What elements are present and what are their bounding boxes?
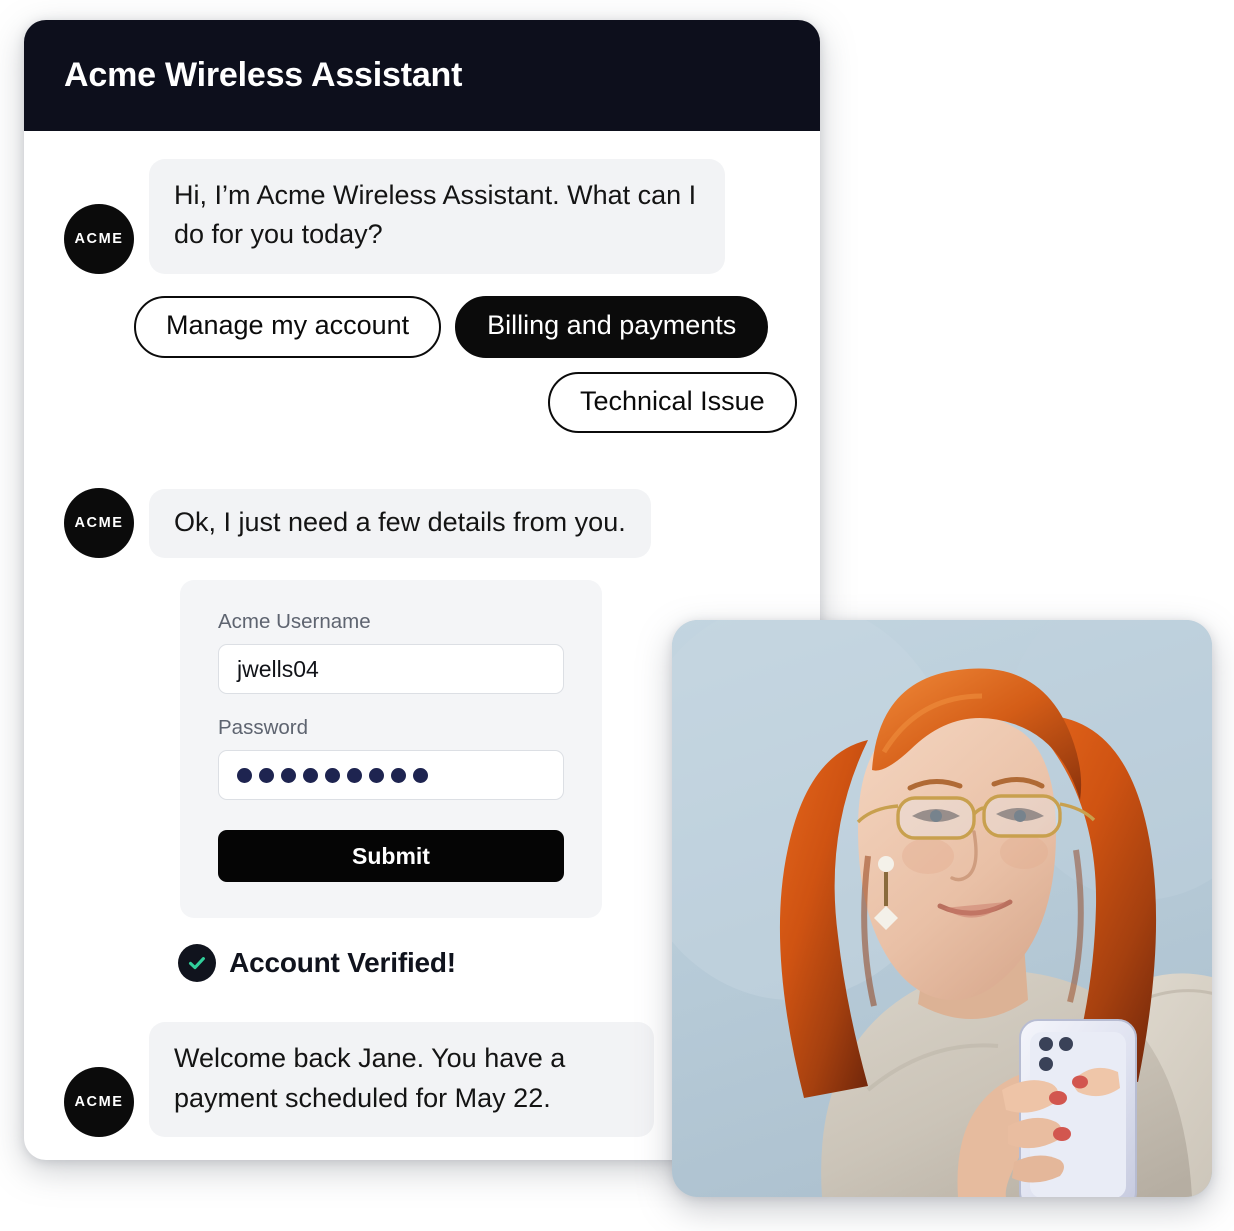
avatar-label: ACME xyxy=(74,1094,124,1110)
password-dot xyxy=(325,767,340,783)
check-circle-icon xyxy=(178,944,217,983)
password-dot xyxy=(347,767,362,783)
quick-reply-technical-issue[interactable]: Technical Issue xyxy=(548,371,797,434)
submit-button[interactable]: Submit xyxy=(218,830,564,883)
password-label: Password xyxy=(218,716,309,740)
username-label: Acme Username xyxy=(218,610,371,634)
password-input[interactable] xyxy=(218,750,564,801)
username-input[interactable]: jwells04 xyxy=(218,644,564,695)
password-dot xyxy=(413,767,428,783)
screenshot-stage: Acme Wireless Assistant ACME Hi, I’m Acm… xyxy=(0,0,1234,1231)
quick-reply-billing-and-payments[interactable]: Billing and payments xyxy=(455,295,769,358)
acme-avatar-icon: ACME xyxy=(64,203,134,274)
chat-header: Acme Wireless Assistant xyxy=(24,20,820,131)
quick-reply-options: Manage my account Billing and payments T… xyxy=(24,274,820,434)
quick-reply-manage-my-account[interactable]: Manage my account xyxy=(134,295,442,358)
message-row-greeting: ACME Hi, I’m Acme Wireless Assistant. Wh… xyxy=(24,159,820,274)
message-row-details-request: ACME Ok, I just need a few details from … xyxy=(24,488,820,559)
password-dot xyxy=(281,767,296,783)
avatar-label: ACME xyxy=(74,230,124,247)
customer-photo xyxy=(672,620,1212,1197)
password-dot xyxy=(237,767,252,783)
status-badge-label: Account Verified! xyxy=(229,947,456,979)
password-dot xyxy=(391,767,406,783)
quick-reply-row-2: Technical Issue xyxy=(24,371,820,434)
quick-reply-row-1: Manage my account Billing and payments xyxy=(24,295,820,358)
acme-avatar-icon: ACME xyxy=(64,488,134,559)
username-field-group: Acme Username jwells04 xyxy=(218,610,564,695)
avatar-label: ACME xyxy=(74,515,124,532)
password-dot xyxy=(259,767,274,783)
password-field-group: Password xyxy=(218,716,564,801)
password-dot xyxy=(303,767,318,783)
bot-message-bubble: Welcome back Jane. You have a payment sc… xyxy=(149,1022,654,1137)
bot-message-bubble: Ok, I just need a few details from you. xyxy=(149,488,651,559)
login-form: Acme Username jwells04 Password Submit xyxy=(180,580,602,919)
password-mask-dots xyxy=(237,767,428,783)
password-dot xyxy=(369,767,384,783)
page-title: Acme Wireless Assistant xyxy=(64,56,463,94)
acme-avatar-icon: ACME xyxy=(64,1067,134,1137)
customer-photo-card xyxy=(672,620,1212,1197)
bot-message-bubble: Hi, I’m Acme Wireless Assistant. What ca… xyxy=(149,159,725,274)
